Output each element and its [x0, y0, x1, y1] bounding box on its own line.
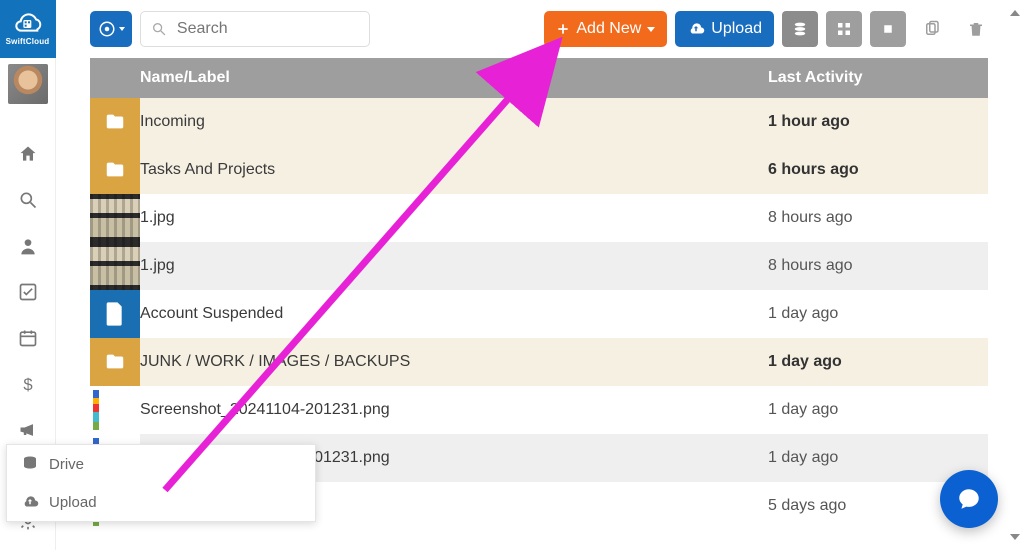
chevron-down-icon: [119, 27, 125, 31]
chat-icon: [956, 486, 982, 512]
disc-icon: [98, 20, 116, 38]
view-selector[interactable]: [90, 11, 132, 47]
table-row[interactable]: Screenshot_20241104-201231.png1 day ago: [90, 386, 988, 434]
nav-calendar[interactable]: [18, 328, 38, 348]
view-stack[interactable]: [782, 11, 818, 47]
chat-launcher[interactable]: [940, 470, 998, 528]
scroll-up-icon[interactable]: [1010, 6, 1020, 16]
table-row[interactable]: JUNK / WORK / IMAGES / BACKUPS1 day ago: [90, 338, 988, 386]
scroll-down-icon[interactable]: [1010, 534, 1020, 544]
cloud-upload-icon: [687, 20, 705, 38]
nav-person[interactable]: [18, 236, 38, 256]
person-icon: [18, 236, 38, 256]
file-icon: [105, 302, 125, 326]
upload-button[interactable]: Upload: [675, 11, 774, 47]
calendar-icon: [18, 328, 38, 348]
drive-flyout: Drive Upload: [6, 444, 316, 522]
table-row[interactable]: 1.jpg8 hours ago: [90, 194, 988, 242]
row-name: Tasks And Projects: [140, 161, 768, 179]
folder-icon-cell: [90, 98, 140, 146]
image-thumbnail: [90, 242, 140, 290]
row-activity: 8 hours ago: [768, 209, 988, 227]
view-single[interactable]: [870, 11, 906, 47]
database-icon: [791, 20, 809, 38]
topbar: Add New Upload: [56, 0, 1024, 58]
row-name: Account Suspended: [140, 305, 768, 323]
flyout-upload-label: Upload: [49, 494, 97, 511]
flyout-drive-label: Drive: [49, 456, 84, 473]
folder-icon: [104, 159, 126, 181]
database-icon: [21, 455, 39, 473]
add-new-label: Add New: [576, 20, 641, 38]
folder-icon: [104, 111, 126, 133]
nav-search[interactable]: [18, 190, 38, 210]
image-thumbnail: [90, 194, 140, 242]
nav-tasks[interactable]: [18, 282, 38, 302]
page-scrollbar[interactable]: [1010, 6, 1020, 544]
table-row[interactable]: 1.jpg8 hours ago: [90, 242, 988, 290]
square-icon: [879, 20, 897, 38]
folder-icon: [104, 351, 126, 373]
table-row[interactable]: Account Suspended1 day ago: [90, 290, 988, 338]
table-row[interactable]: Incoming1 hour ago: [90, 98, 988, 146]
nav-home[interactable]: [18, 144, 38, 164]
brand-logo[interactable]: SwiftCloud: [0, 0, 56, 58]
copy-button[interactable]: [914, 11, 950, 47]
search-box[interactable]: [140, 11, 370, 47]
cloud-upload-icon: [21, 493, 39, 511]
plus-icon: [556, 22, 570, 36]
chevron-down-icon: [647, 27, 655, 32]
flyout-drive[interactable]: Drive: [7, 445, 315, 483]
nav-announce[interactable]: [18, 420, 38, 440]
add-new-button[interactable]: Add New: [544, 11, 667, 47]
row-activity: 8 hours ago: [768, 257, 988, 275]
col-name[interactable]: Name/Label: [140, 69, 768, 87]
search-input[interactable]: [175, 19, 359, 39]
view-grid[interactable]: [826, 11, 862, 47]
col-activity[interactable]: Last Activity: [768, 69, 988, 87]
nav-billing[interactable]: $: [18, 374, 38, 394]
delete-button[interactable]: [958, 11, 994, 47]
table-row[interactable]: Tasks And Projects6 hours ago: [90, 146, 988, 194]
user-avatar[interactable]: [8, 64, 48, 104]
dollar-icon: $: [18, 374, 38, 394]
row-activity: 1 day ago: [768, 353, 988, 371]
search-icon: [18, 190, 38, 210]
rail-nav: $: [18, 144, 38, 440]
brand-name: SwiftCloud: [6, 37, 50, 46]
row-name: 1.jpg: [140, 257, 768, 275]
home-icon: [18, 144, 38, 164]
row-activity: 1 day ago: [768, 401, 988, 419]
folder-icon-cell: [90, 146, 140, 194]
row-activity: 6 hours ago: [768, 161, 988, 179]
megaphone-icon: [18, 420, 38, 440]
folder-icon-cell: [90, 338, 140, 386]
upload-label: Upload: [711, 20, 762, 38]
grid-icon: [835, 20, 853, 38]
row-activity: 1 hour ago: [768, 113, 988, 131]
trash-icon: [967, 20, 985, 38]
row-activity: 1 day ago: [768, 449, 988, 467]
cloud-logo-icon: [12, 12, 44, 36]
screenshot-thumbnail: [90, 386, 140, 434]
flyout-upload[interactable]: Upload: [7, 483, 315, 521]
svg-text:$: $: [23, 375, 32, 394]
row-name: Screenshot_20241104-201231.png: [140, 401, 768, 419]
row-name: Incoming: [140, 113, 768, 131]
row-name: JUNK / WORK / IMAGES / BACKUPS: [140, 353, 768, 371]
row-name: 1.jpg: [140, 209, 768, 227]
table-header: Name/Label Last Activity: [90, 58, 988, 98]
checkbox-icon: [18, 282, 38, 302]
row-activity: 1 day ago: [768, 305, 988, 323]
file-icon-cell: [90, 290, 140, 338]
search-icon: [151, 20, 167, 38]
copy-icon: [923, 20, 941, 38]
